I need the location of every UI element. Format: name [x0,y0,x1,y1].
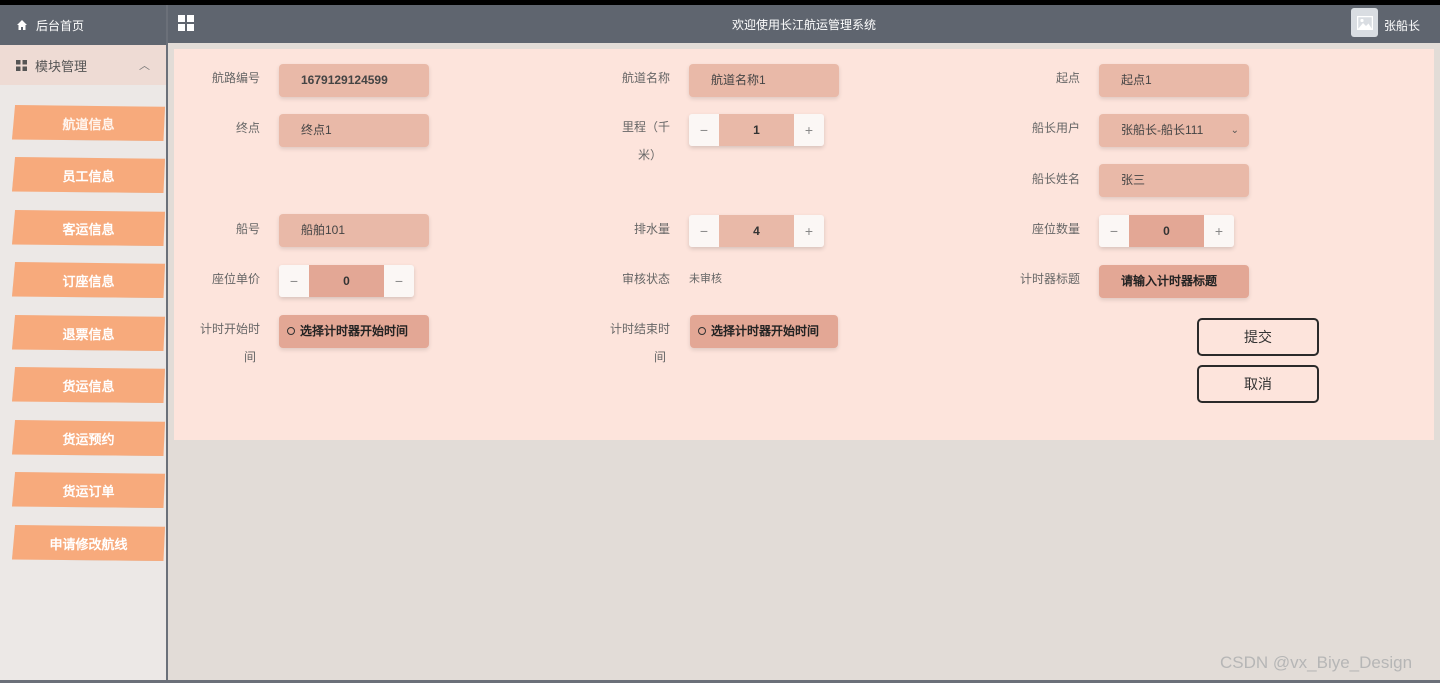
home-icon [17,20,27,30]
chevron-up-icon: ︿ [139,60,150,72]
captain-account-value: 张船长-船长111 [1121,123,1204,137]
increment-button[interactable]: + [794,215,824,247]
decrement-button[interactable]: − [689,114,719,146]
timer-end-label-line2: 间 [653,350,666,364]
distance-label: 里程（千 米） [604,113,670,169]
channel-name-field[interactable]: 航道名称1 [689,64,839,97]
displacement-value[interactable]: 4 [719,215,794,247]
decrement-button[interactable]: − [689,215,719,247]
timer-end-label-line1: 计时结束时 [609,322,670,336]
sidebar-item-route-change[interactable]: 申请修改航线 [12,525,165,561]
channel-name-label: 航道名称 [621,71,670,85]
sidebar-item-label: 货运信息 [62,378,115,394]
top-header: 欢迎使用长江航运管理系统 张船长 [168,5,1440,43]
seat-price-label: 座位单价 [211,272,260,286]
timer-title-field[interactable]: 请输入计时器标题 [1099,265,1249,298]
seat-price-value[interactable]: 0 [309,265,384,297]
start-point-label: 起点 [1055,71,1080,85]
sidebar-home-label: 后台首页 [36,18,85,33]
clock-icon [698,327,706,335]
increment-button[interactable]: + [794,114,824,146]
displacement-label: 排水量 [633,222,670,236]
captain-account-select[interactable]: 张船长-船长111 ⌄ [1099,114,1249,147]
watermark: CSDN @vx_Biye_Design [1220,653,1413,672]
distance-stepper[interactable]: − 1 + [689,114,824,146]
review-status-label: 审核状态 [621,272,670,286]
timer-title-label: 计时器标题 [1019,272,1080,286]
distance-label-line1: 里程（千 [621,120,670,134]
captain-account-label: 船长用户 [1031,121,1080,135]
seat-count-label: 座位数量 [1031,222,1080,236]
system-title: 欢迎使用长江航运管理系统 [731,18,876,32]
cancel-button[interactable]: 取消 [1197,365,1319,403]
ship-no-label: 船号 [235,222,260,236]
end-point-field[interactable]: 终点1 [279,114,429,147]
timer-end-label: 计时结束时 间 [604,315,670,371]
displacement-stepper[interactable]: − 4 + [689,215,824,247]
sidebar-home-link[interactable]: 后台首页 [0,5,166,45]
sidebar-item-label: 客运信息 [62,221,115,237]
clock-icon [287,327,295,335]
sidebar-item-freight-info[interactable]: 货运信息 [12,367,165,403]
sidebar-item-label: 申请修改航线 [49,536,128,552]
chevron-down-icon: ⌄ [1230,125,1239,136]
timer-start-label-line1: 计时开始时 [199,322,260,336]
avatar[interactable] [1351,8,1378,37]
timer-start-placeholder: 选择计时器开始时间 [300,324,409,338]
decrement-button[interactable]: − [1099,215,1129,247]
sidebar-module-toggle[interactable]: 模块管理 ︿ [0,45,166,85]
sidebar-item-label: 货运预约 [62,431,115,447]
route-no-label: 航路编号 [211,71,260,85]
timer-start-label-line2: 间 [243,350,256,364]
username[interactable]: 张船长 [1384,17,1420,34]
timer-end-placeholder: 选择计时器开始时间 [711,324,820,338]
route-no-field[interactable]: 1679129124599 [279,64,429,97]
sidebar-item-booking-info[interactable]: 订座信息 [12,262,165,298]
sidebar-module-label: 模块管理 [35,58,88,74]
captain-name-label: 船长姓名 [1031,172,1080,186]
sidebar-item-channel-info[interactable]: 航道信息 [12,105,165,141]
sidebar: 后台首页 模块管理 ︿ 航道信息 员工信息 客运信息 订座信息 退票信息 货运信… [0,5,168,683]
seat-count-value[interactable]: 0 [1129,215,1204,247]
decrement-button[interactable]: − [384,265,414,297]
end-point-label: 终点 [235,121,260,135]
module-grid-icon [16,59,27,71]
sidebar-item-label: 员工信息 [62,168,115,184]
submit-button[interactable]: 提交 [1197,318,1319,356]
increment-button[interactable]: + [1204,215,1234,247]
seat-price-stepper[interactable]: − 0 − [279,265,414,297]
timer-end-picker[interactable]: 选择计时器开始时间 [690,315,838,348]
timer-start-label: 计时开始时 间 [194,315,260,371]
image-icon [1356,15,1373,30]
sidebar-item-staff-info[interactable]: 员工信息 [12,157,165,193]
start-point-field[interactable]: 起点1 [1099,64,1249,97]
sidebar-item-label: 货运订单 [62,483,115,499]
distance-label-line2: 米） [637,148,662,162]
decrement-button[interactable]: − [279,265,309,297]
timer-start-picker[interactable]: 选择计时器开始时间 [279,315,429,348]
review-status-value: 未审核 [689,273,722,285]
sidebar-item-label: 订座信息 [62,273,115,289]
sidebar-item-label: 航道信息 [62,116,115,132]
ship-no-field[interactable]: 船舶101 [279,214,429,247]
seat-count-stepper[interactable]: − 0 + [1099,215,1234,247]
form-panel: 航路编号 1679129124599 航道名称 航道名称1 起点 起点1 终点 … [174,49,1434,440]
sidebar-item-freight-order[interactable]: 货运订单 [12,472,165,508]
distance-value[interactable]: 1 [719,114,794,146]
sidebar-item-label: 退票信息 [62,326,115,342]
sidebar-item-refund-info[interactable]: 退票信息 [12,315,165,351]
captain-name-field[interactable]: 张三 [1099,164,1249,197]
sidebar-item-freight-reservation[interactable]: 货运预约 [12,420,165,456]
sidebar-item-passenger-info[interactable]: 客运信息 [12,210,165,246]
